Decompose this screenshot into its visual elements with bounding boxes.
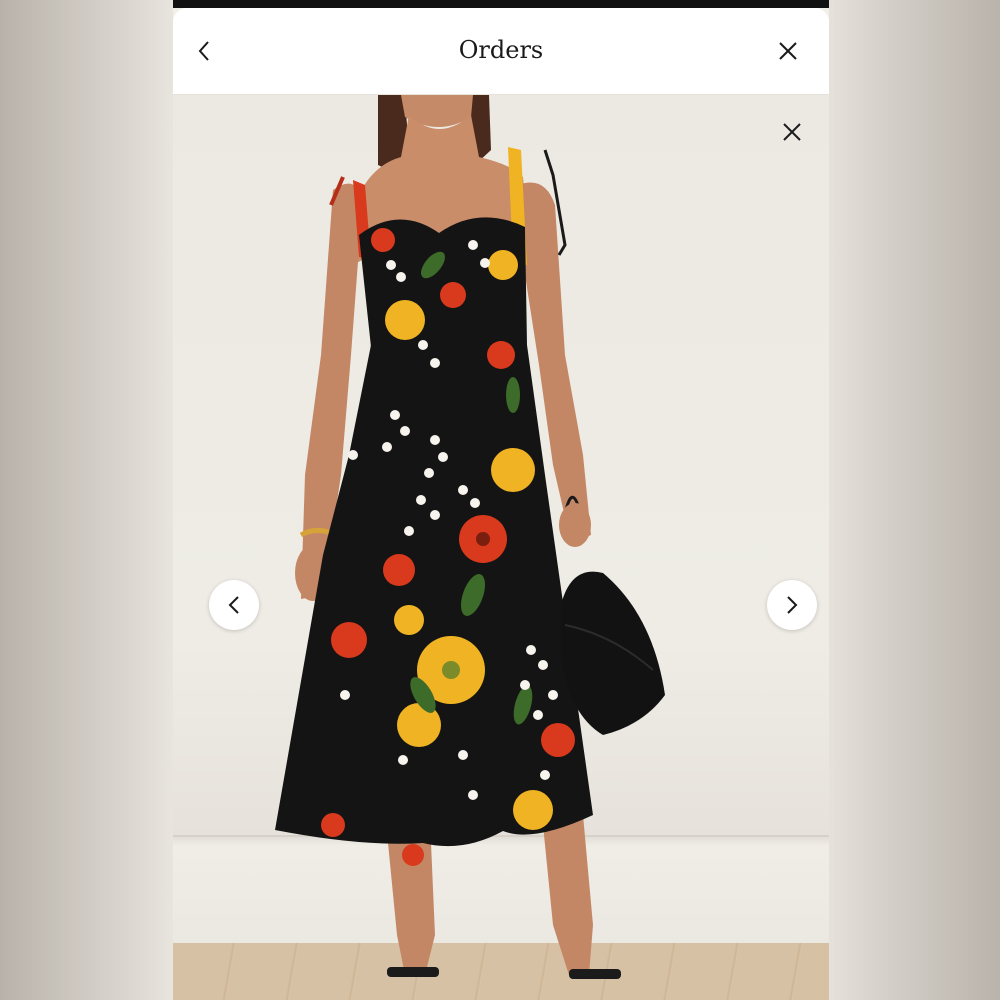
close-icon bbox=[783, 123, 801, 141]
blurred-background-right bbox=[829, 0, 1000, 1000]
chevron-right-icon bbox=[787, 596, 798, 614]
blurred-background-left bbox=[0, 0, 173, 1000]
close-icon bbox=[779, 42, 797, 60]
status-bar-strip bbox=[173, 0, 829, 8]
next-image-button[interactable] bbox=[767, 580, 817, 630]
chevron-left-icon bbox=[228, 596, 239, 614]
close-button[interactable] bbox=[773, 36, 803, 66]
previous-image-button[interactable] bbox=[209, 580, 259, 630]
page-title: Orders bbox=[458, 36, 544, 64]
product-photo-floral-dress bbox=[275, 95, 665, 979]
viewer-close-button[interactable] bbox=[779, 119, 805, 145]
app-screen: Orders bbox=[0, 0, 1000, 1000]
image-viewer[interactable] bbox=[173, 95, 829, 1000]
orders-sheet: Orders bbox=[173, 8, 829, 1000]
sheet-header: Orders bbox=[173, 8, 829, 95]
